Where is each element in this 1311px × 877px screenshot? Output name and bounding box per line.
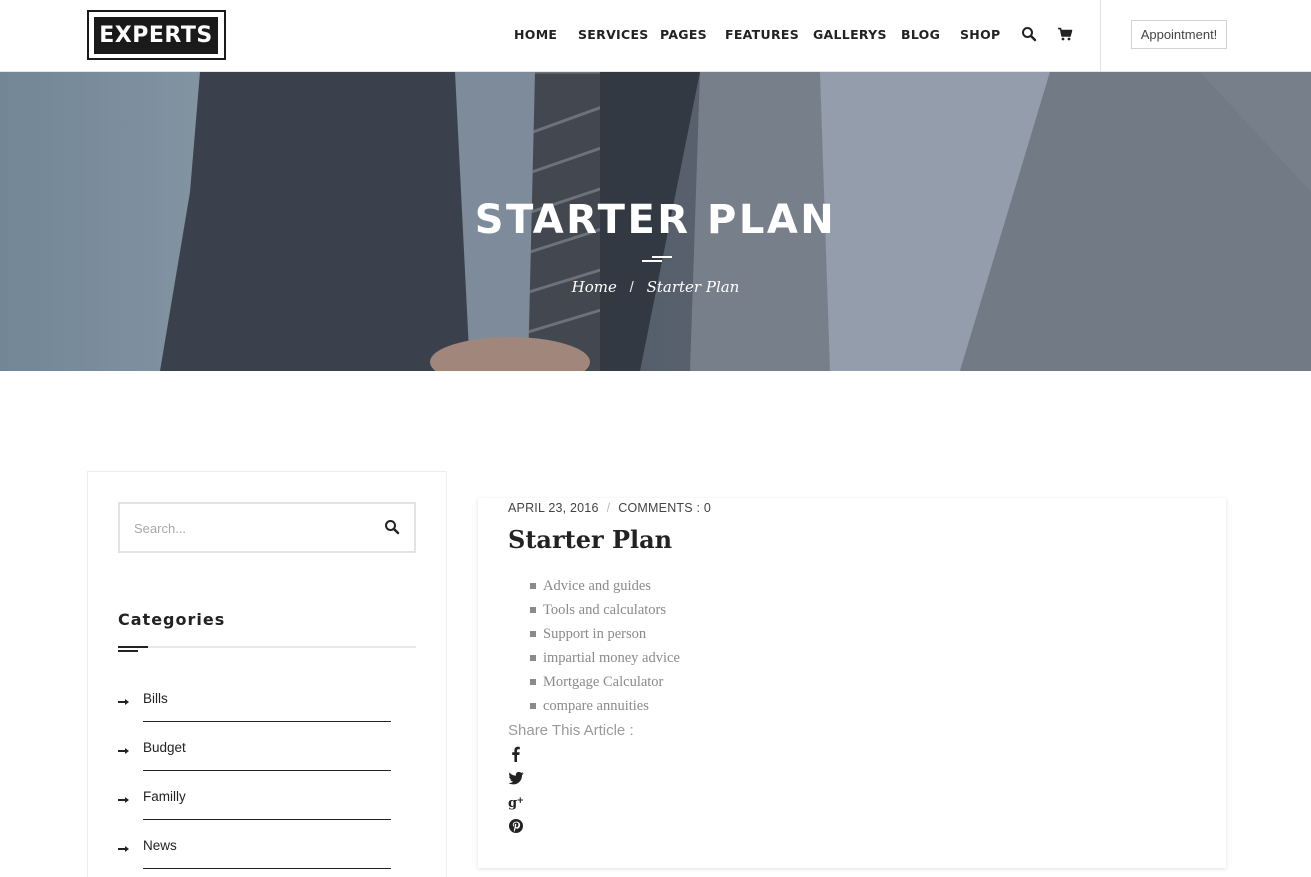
page-hero: STARTER PLAN Home / Starter Plan <box>0 72 1311 371</box>
arrow-right-icon <box>118 699 129 705</box>
google-plus-icon[interactable]: g + <box>508 794 524 810</box>
logo-text[interactable]: EXPERTS <box>94 17 218 54</box>
feature-text: impartial money advice <box>543 650 680 666</box>
category-divider <box>143 868 391 869</box>
svg-text:+: + <box>517 796 525 806</box>
category-divider <box>143 721 391 722</box>
nav-services[interactable]: SERVICES <box>578 27 649 42</box>
logo[interactable]: EXPERTS <box>87 10 226 60</box>
arrow-right-icon <box>118 797 129 803</box>
breadcrumb: Home / Starter Plan <box>0 278 1311 296</box>
article-card: APRIL 23, 2016 / COMMENTS : 0 Starter Plan… <box>478 498 1226 868</box>
nav-shop[interactable]: SHOP <box>960 27 1000 42</box>
pinterest-icon[interactable] <box>508 818 524 834</box>
feature-text: Advice and guides <box>543 578 651 594</box>
nav-gallerys[interactable]: GALLERYS <box>813 27 887 42</box>
breadcrumb-separator: / <box>629 279 634 296</box>
feature-text: compare annuities <box>543 698 649 714</box>
appointment-button[interactable]: Appointment! <box>1131 20 1227 49</box>
nav-blog[interactable]: BLOG <box>901 27 940 42</box>
category-label[interactable]: Budget <box>143 740 186 755</box>
title-separator <box>642 256 672 262</box>
feature-text: Support in person <box>543 626 647 642</box>
square-bullet-icon <box>530 607 536 613</box>
cart-icon[interactable] <box>1057 26 1073 42</box>
square-bullet-icon <box>530 655 536 661</box>
header-divider <box>1100 0 1101 72</box>
nav-pages[interactable]: PAGES <box>660 27 707 42</box>
category-label[interactable]: News <box>143 838 177 853</box>
article-meta: APRIL 23, 2016 / COMMENTS : 0 <box>508 501 711 515</box>
breadcrumb-home-link[interactable]: Home <box>572 278 617 296</box>
category-label[interactable]: Bills <box>143 691 168 706</box>
list-item: Support in person <box>530 626 680 650</box>
category-item-familly[interactable]: Familly <box>118 789 391 844</box>
comments-link[interactable]: COMMENTS : 0 <box>618 501 711 515</box>
square-bullet-icon <box>530 631 536 637</box>
meta-separator: / <box>606 501 611 515</box>
search-icon[interactable] <box>384 519 400 535</box>
categories-divider <box>118 646 416 648</box>
site-header: EXPERTS HOME SERVICES PAGES FEATURES GAL… <box>0 0 1311 72</box>
feature-text: Tools and calculators <box>543 602 667 618</box>
sidebar: Categories Bills Budget Familly News <box>87 471 447 877</box>
arrow-right-icon <box>118 846 129 852</box>
square-bullet-icon <box>530 703 536 709</box>
twitter-icon[interactable] <box>508 770 524 786</box>
page-title: STARTER PLAN <box>474 197 837 243</box>
list-item: Tools and calculators <box>530 602 680 626</box>
feature-text: Mortgage Calculator <box>543 674 664 690</box>
category-divider <box>143 770 391 771</box>
feature-list: Advice and guides Tools and calculators … <box>530 578 680 722</box>
categories-accent <box>118 646 148 652</box>
search-icon[interactable] <box>1021 26 1037 42</box>
category-item-budget[interactable]: Budget <box>118 740 391 795</box>
arrow-right-icon <box>118 748 129 754</box>
nav-features[interactable]: FEATURES <box>725 27 799 42</box>
square-bullet-icon <box>530 679 536 685</box>
category-divider <box>143 819 391 820</box>
breadcrumb-current: Starter Plan <box>646 278 740 296</box>
search-input[interactable] <box>134 518 364 538</box>
article-title: Starter Plan <box>508 525 673 554</box>
categories-heading: Categories <box>118 610 226 629</box>
square-bullet-icon <box>530 583 536 589</box>
category-item-bills[interactable]: Bills <box>118 691 391 746</box>
list-item: compare annuities <box>530 698 680 722</box>
category-label[interactable]: Familly <box>143 789 186 804</box>
list-item: Advice and guides <box>530 578 680 602</box>
article-date: APRIL 23, 2016 <box>508 501 599 515</box>
nav-home[interactable]: HOME <box>514 27 557 42</box>
share-label: Share This Article : <box>508 722 634 739</box>
list-item: impartial money advice <box>530 650 680 674</box>
facebook-icon[interactable] <box>508 746 524 762</box>
search-box <box>118 502 416 553</box>
category-item-news[interactable]: News <box>118 838 391 877</box>
list-item: Mortgage Calculator <box>530 674 680 698</box>
